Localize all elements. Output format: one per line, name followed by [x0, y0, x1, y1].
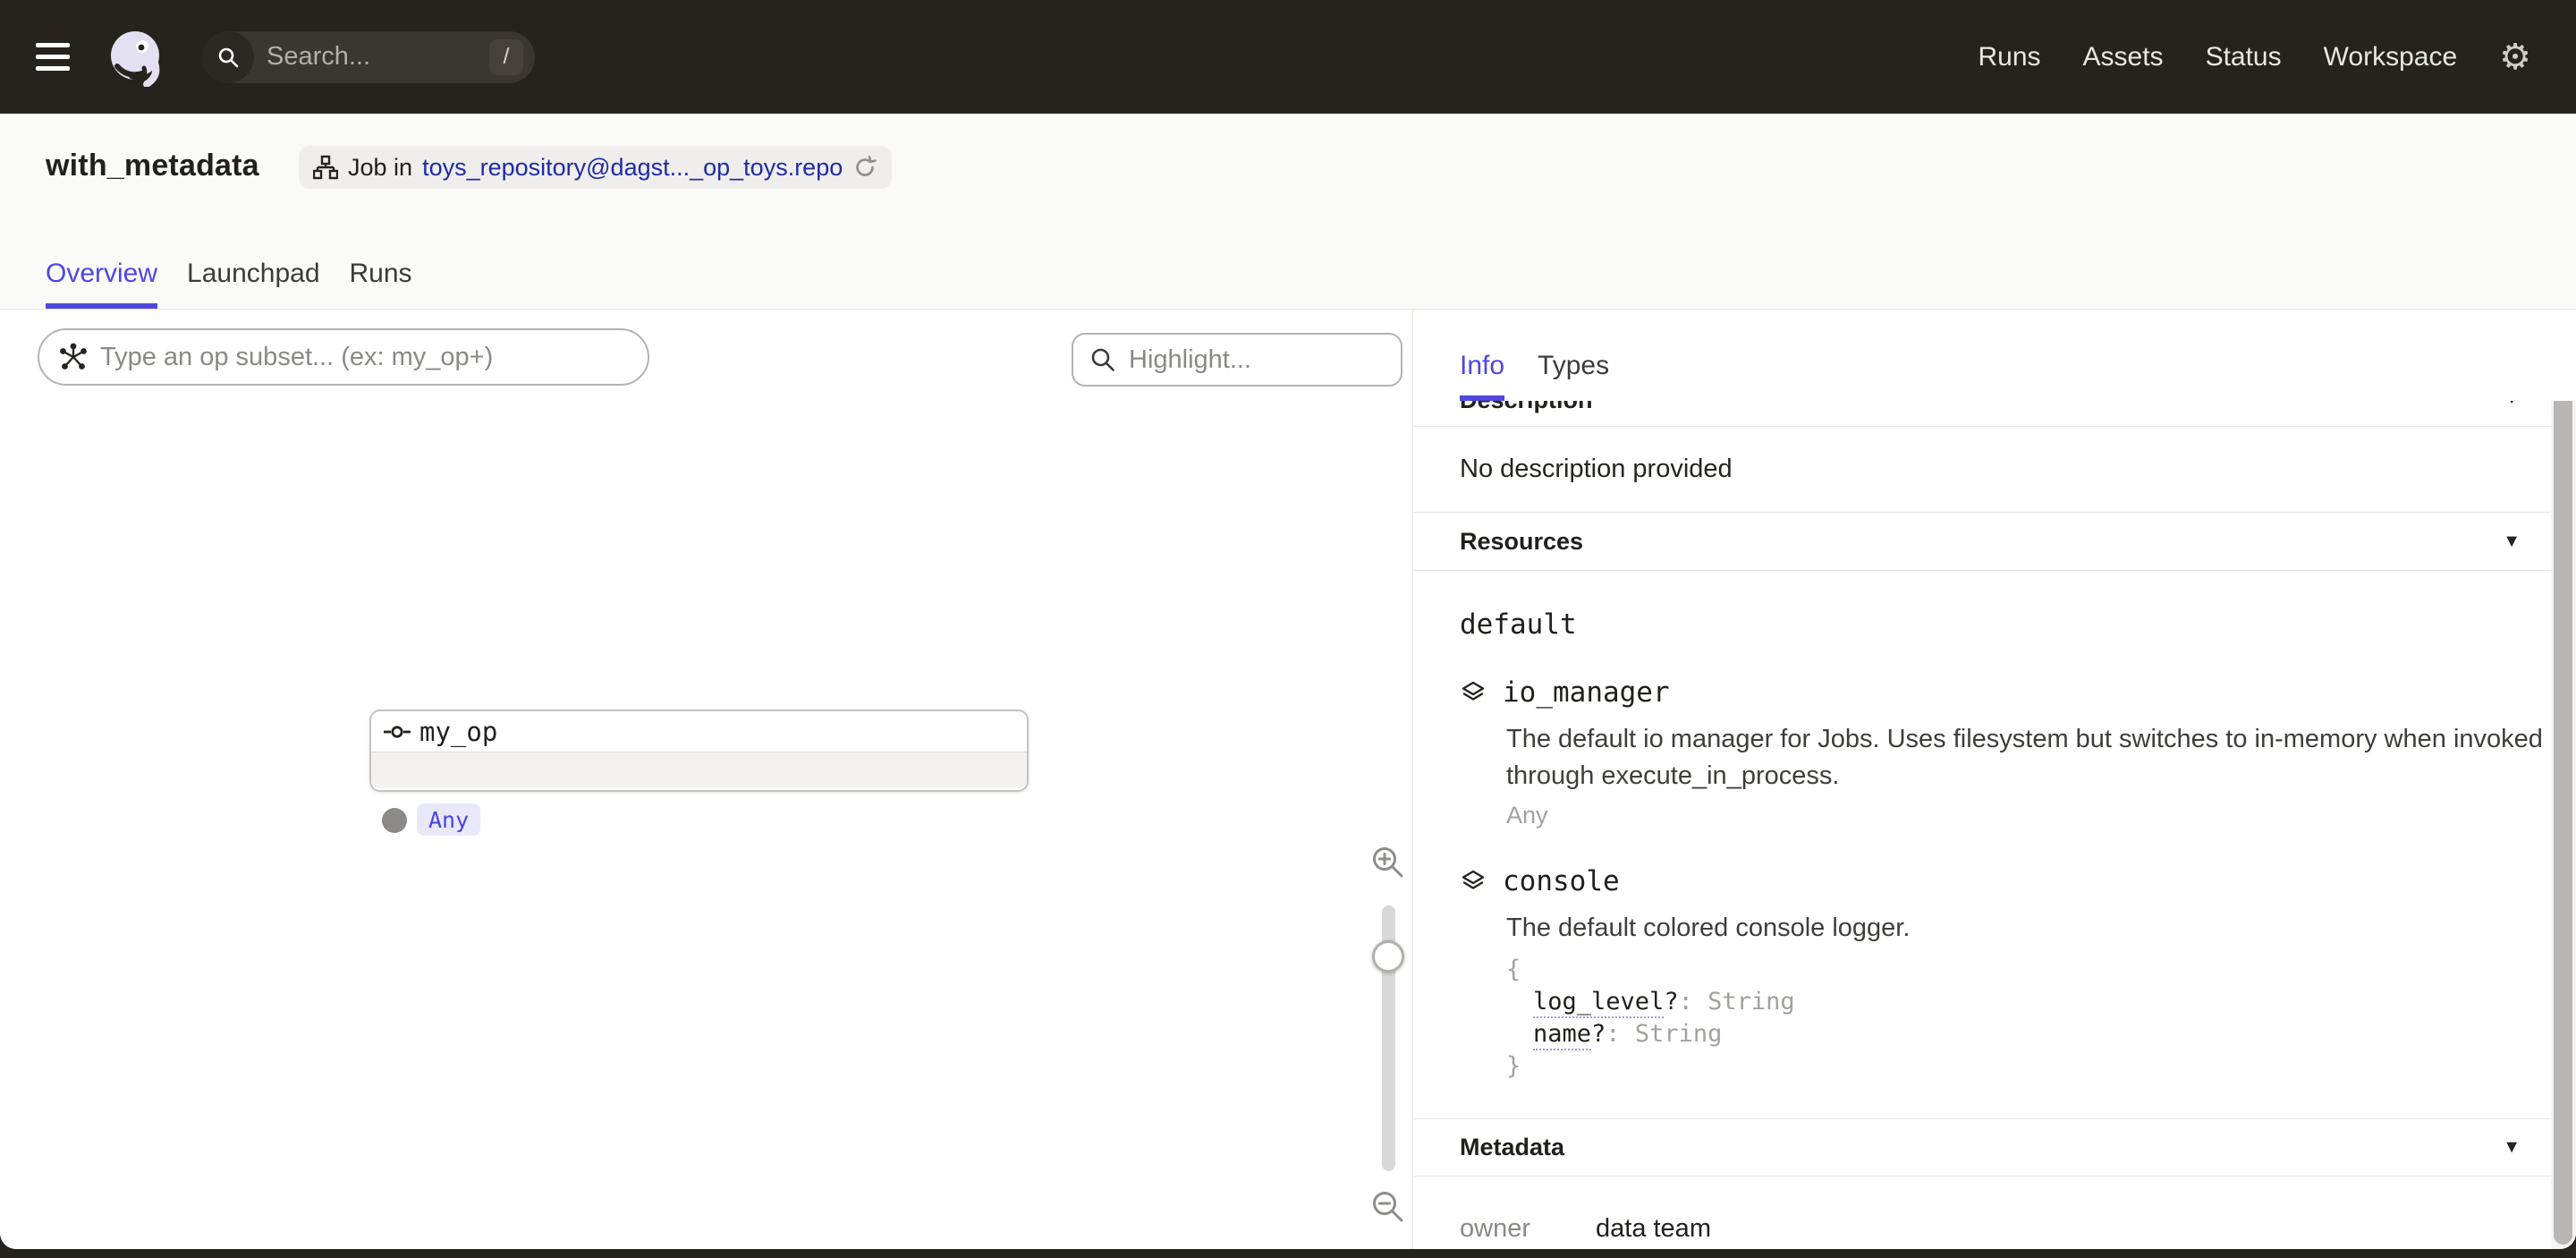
section-header-resources[interactable]: Resources ▼ [1414, 513, 2576, 571]
gear-icon[interactable]: ⚙ [2499, 39, 2531, 75]
op-output-handle [382, 808, 407, 833]
op-output-type-badge[interactable]: Any [417, 803, 480, 836]
op-icon [384, 724, 411, 740]
op-graph-canvas: my_op Any [0, 310, 1413, 1249]
highlight-input[interactable] [1129, 345, 1401, 375]
search-shortcut-key: / [489, 39, 523, 75]
config-field-type: String [1635, 1020, 1723, 1048]
zoom-slider-thumb[interactable] [1372, 940, 1404, 973]
chevron-down-icon: ▼ [2503, 531, 2521, 552]
job-icon [313, 155, 338, 180]
description-body: No description provided [1414, 427, 2576, 513]
reload-icon[interactable] [852, 155, 877, 180]
job-repo-badge: Job in toys_repository@dagst..._op_toys.… [299, 146, 892, 189]
panel-scrollbar-thumb[interactable] [2554, 390, 2572, 1245]
config-schema: { log_level?: String name?: String } [1506, 954, 2576, 1083]
app-content: / Runs Assets Status Workspace ⚙ with_me… [0, 0, 2576, 1249]
resource-type: Any [1506, 802, 2576, 829]
chevron-down-icon: ▼ [2503, 1137, 2521, 1158]
tab-overview[interactable]: Overview [46, 259, 157, 309]
section-header-description[interactable]: Description ▼ [1414, 401, 2576, 427]
op-selector-icon [59, 343, 88, 371]
resource-name: io_manager [1503, 676, 1670, 709]
op-node-header: my_op [371, 711, 1027, 752]
top-navbar: / Runs Assets Status Workspace ⚙ [0, 0, 2576, 114]
config-separator: : [1606, 1020, 1635, 1048]
resource-description: The default colored console logger. [1506, 910, 2576, 947]
chevron-down-icon: ▼ [2503, 401, 2521, 409]
page-title: with_metadata [46, 149, 259, 183]
nav-link-workspace[interactable]: Workspace [2324, 42, 2458, 72]
resource-name: console [1503, 865, 1620, 897]
op-subset-input[interactable] [100, 343, 648, 372]
section-title: Description [1460, 401, 1593, 414]
op-node-body [371, 752, 1027, 788]
config-optional-marker: ? [1664, 988, 1678, 1016]
tab-info[interactable]: Info [1460, 351, 1504, 401]
page-tabs: Overview Launchpad Runs [46, 259, 412, 309]
search-icon [202, 31, 254, 83]
tab-types[interactable]: Types [1538, 351, 1609, 401]
resource-item-console: console The default colored console logg… [1460, 865, 2576, 1083]
page-header: with_metadata Job in toys_repository@dag… [0, 114, 2576, 310]
panel-tabs: Info Types [1414, 310, 2576, 401]
app-window: / Runs Assets Status Workspace ⚙ with_me… [0, 0, 2576, 1258]
highlight-filter [1072, 333, 1402, 387]
metadata-key: owner [1460, 1214, 1596, 1244]
panel-scroll-area: Description ▼ No description provided Re… [1414, 401, 2576, 1249]
highlight-search-icon [1089, 346, 1116, 373]
op-subset-filter [38, 328, 649, 386]
config-brace-close: } [1506, 1050, 2576, 1083]
resource-layers-icon [1460, 680, 1487, 705]
resource-description: The default io manager for Jobs. Uses fi… [1506, 721, 2576, 795]
config-field-type: String [1707, 988, 1795, 1016]
op-node-name: my_op [419, 717, 497, 747]
config-separator: : [1679, 988, 1708, 1016]
search-input[interactable] [267, 42, 489, 72]
config-field-name[interactable]: name [1533, 1020, 1591, 1050]
job-repo-link[interactable]: toys_repository@dagst..._op_toys.repo [422, 154, 843, 182]
metadata-row-owner: owner data team [1460, 1214, 2576, 1244]
global-search: / [202, 31, 535, 83]
op-node-my-op[interactable]: my_op [369, 710, 1029, 792]
resource-item-io-manager: io_manager The default io manager for Jo… [1460, 676, 2576, 829]
config-optional-marker: ? [1591, 1020, 1606, 1048]
dagster-logo-icon[interactable] [106, 28, 165, 87]
nav-link-runs[interactable]: Runs [1978, 42, 2040, 72]
nav-link-assets[interactable]: Assets [2083, 42, 2164, 72]
config-field: log_level?: String [1506, 986, 2576, 1018]
resources-body: default io_manager The default io manage… [1414, 571, 2576, 1118]
config-field: name?: String [1506, 1018, 2576, 1050]
nav-link-status[interactable]: Status [2206, 42, 2282, 72]
menu-icon[interactable] [36, 43, 70, 71]
sidebar-panel: Info Types Description ▼ No description … [1414, 310, 2576, 1249]
resource-group-name: default [1460, 608, 2576, 641]
job-badge-prefix: Job in [348, 154, 412, 182]
metadata-value: data team [1596, 1214, 1711, 1244]
config-field-name[interactable]: log_level [1533, 988, 1664, 1018]
section-title: Metadata [1460, 1134, 1564, 1161]
section-title: Resources [1460, 528, 1583, 556]
zoom-in-icon[interactable] [1369, 844, 1407, 881]
zoom-out-icon[interactable] [1369, 1188, 1407, 1226]
tab-runs[interactable]: Runs [350, 259, 412, 309]
section-header-metadata[interactable]: Metadata ▼ [1414, 1118, 2576, 1177]
navbar-links: Runs Assets Status Workspace ⚙ [1978, 39, 2576, 75]
metadata-body: owner data team link https://dagster.io [1414, 1177, 2576, 1249]
resource-layers-icon [1460, 869, 1487, 894]
tab-launchpad[interactable]: Launchpad [187, 259, 319, 309]
config-brace-open: { [1506, 954, 2576, 986]
